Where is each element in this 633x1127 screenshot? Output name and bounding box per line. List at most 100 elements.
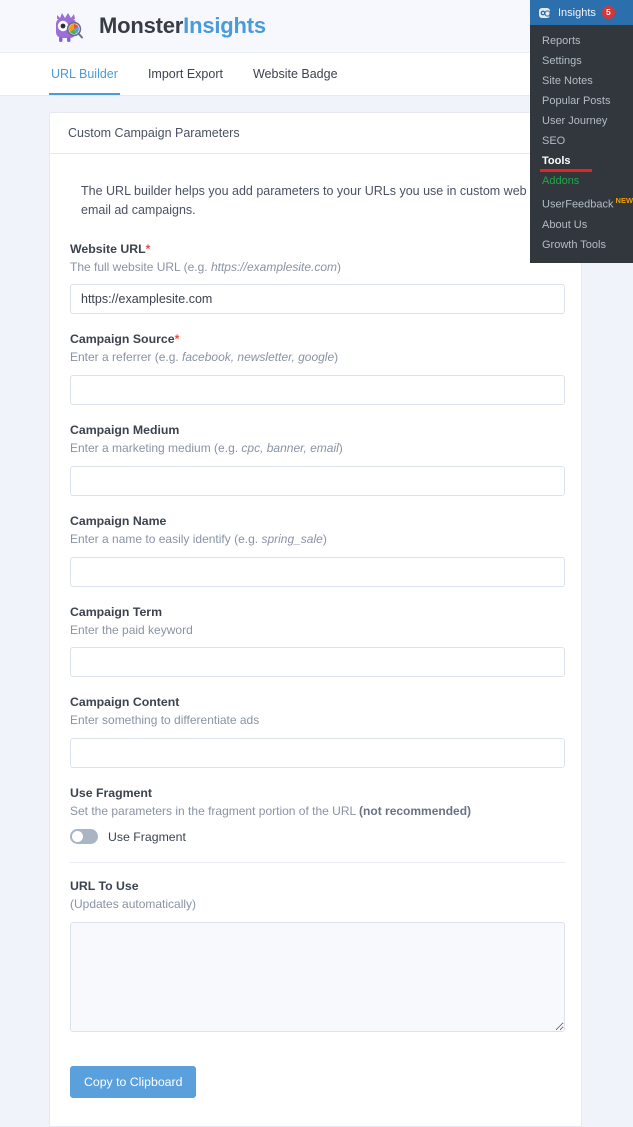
card-title: Custom Campaign Parameters [50, 113, 581, 154]
brand-name-insights: Insights [183, 13, 266, 38]
campaign-medium-hint-prefix: Enter a marketing medium (e.g. [70, 441, 242, 456]
campaign-medium-label: Campaign Medium [70, 423, 561, 437]
use-fragment-hint-prefix: Set the parameters in the fragment porti… [70, 804, 360, 819]
admin-menu-item-label: SEO [542, 135, 566, 147]
copy-to-clipboard-button[interactable]: Copy to Clipboard [70, 1065, 197, 1098]
admin-menu-item-label: Settings [542, 55, 582, 67]
tab-import-export[interactable]: Import Export [146, 53, 225, 95]
campaign-medium-input[interactable] [70, 465, 565, 496]
url-to-use-textarea[interactable] [70, 921, 565, 1032]
tab-url-builder[interactable]: URL Builder [49, 53, 120, 95]
admin-menu-item-label: Addons [542, 175, 580, 187]
campaign-source-hint: Enter a referrer (e.g. facebook, newslet… [70, 349, 561, 366]
admin-menu-item-addons[interactable]: Addons [530, 171, 633, 191]
use-fragment-toggle[interactable] [70, 829, 98, 845]
required-asterisk: * [174, 332, 180, 347]
campaign-content-label-text: Campaign Content [70, 695, 180, 710]
use-fragment-label: Use Fragment [70, 786, 561, 800]
tab-website-badge[interactable]: Website Badge [251, 53, 340, 95]
url-to-use-hint: (Updates automatically) [70, 896, 561, 913]
admin-menu-item-label: Popular Posts [542, 95, 611, 107]
website-url-hint-suffix: ) [337, 259, 342, 274]
campaign-name-hint: Enter a name to easily identify (e.g. sp… [70, 531, 561, 548]
admin-menu-item-label: Growth Tools [542, 238, 606, 251]
campaign-term-input[interactable] [70, 647, 565, 678]
admin-menu-item-label: Reports [542, 35, 581, 47]
admin-menu-item-user-journey[interactable]: User Journey [530, 111, 633, 131]
url-to-use-hint-prefix: (Updates automatically) [70, 897, 197, 912]
section-divider [70, 862, 565, 864]
campaign-term-label-text: Campaign Term [70, 604, 163, 619]
card-body: The URL builder helps you add parameters… [50, 154, 581, 1126]
admin-menu-item-settings[interactable]: Settings [530, 51, 633, 71]
website-url-hint-example: https://examplesite.com [210, 259, 338, 274]
admin-menu-item-seo[interactable]: SEO [530, 131, 633, 151]
admin-menu-item-popular-posts[interactable]: Popular Posts [530, 91, 633, 111]
admin-menu-item-tools[interactable]: Tools [530, 151, 633, 172]
brand-wordmark: MonsterInsights [99, 13, 266, 39]
admin-menu-item-about-us[interactable]: About Us [530, 215, 633, 235]
field-use-fragment: Use Fragment Set the parameters in the f… [70, 786, 561, 845]
tab-website-badge-label: Website Badge [252, 67, 338, 81]
field-url-to-use: URL To Use (Updates automatically) [70, 879, 565, 1032]
intro-text: The URL builder helps you add parameters… [81, 184, 542, 217]
required-asterisk: * [145, 241, 151, 256]
use-fragment-toggle-label: Use Fragment [108, 829, 186, 844]
campaign-source-label: Campaign Source* [70, 332, 561, 346]
admin-menu-title: Insights [558, 6, 596, 19]
use-fragment-toggle-row: Use Fragment [70, 829, 561, 845]
field-campaign-source: Campaign Source* Enter a referrer (e.g. … [70, 332, 565, 406]
admin-menu-item-site-notes[interactable]: Site Notes [530, 71, 633, 91]
admin-insights-menu: Insights 5 Reports Settings Site Notes P… [530, 0, 633, 263]
campaign-content-hint-prefix: Enter something to differentiate ads [70, 713, 260, 728]
admin-menu-item-label: Tools [542, 155, 571, 167]
use-fragment-hint-warning: (not recommended) [359, 804, 472, 819]
campaign-medium-hint-suffix: ) [338, 441, 343, 456]
brand-name-monster: Monster [99, 13, 184, 38]
admin-menu-item-reports[interactable]: Reports [530, 31, 633, 51]
admin-menu-item-label: Site Notes [542, 75, 593, 87]
website-url-hint: The full website URL (e.g. https://examp… [70, 259, 561, 276]
campaign-content-input[interactable] [70, 738, 565, 769]
campaign-medium-hint-example: cpc, banner, email [241, 441, 339, 456]
campaign-name-label-text: Campaign Name [70, 513, 167, 528]
campaign-medium-label-text: Campaign Medium [70, 423, 180, 438]
campaign-content-label: Campaign Content [70, 695, 561, 709]
campaign-name-input[interactable] [70, 556, 565, 587]
campaign-source-hint-suffix: ) [334, 350, 339, 365]
use-fragment-hint: Set the parameters in the fragment porti… [70, 803, 561, 820]
monster-head-icon [537, 5, 552, 20]
monster-logo-icon [49, 7, 87, 45]
new-badge: NEW [615, 196, 633, 205]
campaign-term-hint: Enter the paid keyword [70, 622, 561, 639]
website-url-label: Website URL* [70, 242, 561, 256]
campaign-parameters-card: Custom Campaign Parameters The URL build… [49, 112, 582, 1127]
campaign-name-label: Campaign Name [70, 514, 561, 528]
campaign-content-hint: Enter something to differentiate ads [70, 712, 561, 729]
website-url-input[interactable] [70, 284, 565, 315]
admin-menu-item-label: User Journey [542, 115, 608, 127]
tab-url-builder-label: URL Builder [51, 67, 118, 81]
website-url-label-text: Website URL [70, 241, 146, 256]
tab-import-export-label: Import Export [147, 67, 223, 81]
campaign-source-hint-prefix: Enter a referrer (e.g. [70, 350, 183, 365]
admin-menu-item-userfeedback[interactable]: UserFeedback NEW [530, 191, 633, 215]
campaign-term-label: Campaign Term [70, 605, 561, 619]
admin-menu-items: Reports Settings Site Notes Popular Post… [530, 25, 633, 263]
field-website-url: Website URL* The full website URL (e.g. … [70, 242, 565, 315]
campaign-name-hint-example: spring_sale [261, 531, 323, 546]
field-campaign-name: Campaign Name Enter a name to easily ide… [70, 514, 565, 587]
campaign-name-hint-prefix: Enter a name to easily identify (e.g. [70, 531, 262, 546]
field-campaign-medium: Campaign Medium Enter a marketing medium… [70, 423, 565, 496]
campaign-medium-hint: Enter a marketing medium (e.g. cpc, bann… [70, 440, 561, 457]
campaign-name-hint-suffix: ) [322, 531, 327, 546]
campaign-source-label-text: Campaign Source [70, 332, 175, 347]
field-campaign-content: Campaign Content Enter something to diff… [70, 695, 565, 769]
admin-menu-item-label: UserFeedback [542, 198, 614, 211]
url-to-use-label-text: URL To Use [70, 879, 139, 894]
admin-menu-item-growth-tools[interactable]: Growth Tools [530, 235, 633, 255]
field-campaign-term: Campaign Term Enter the paid keyword [70, 605, 565, 678]
campaign-source-input[interactable] [70, 375, 565, 406]
admin-menu-header[interactable]: Insights 5 [530, 0, 633, 25]
website-url-hint-prefix: The full website URL (e.g. [70, 259, 211, 274]
